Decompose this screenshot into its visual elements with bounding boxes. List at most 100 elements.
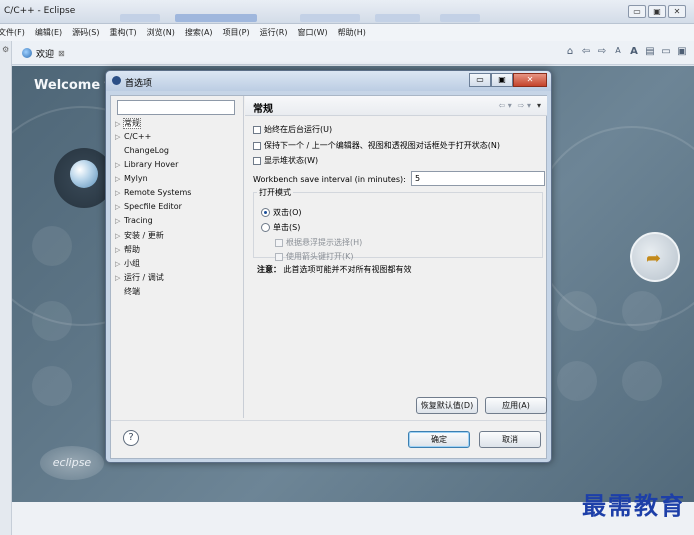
tree-item-team[interactable]: ▷ 小组 <box>115 258 140 269</box>
pane-splitter[interactable] <box>243 96 244 418</box>
radio-dot[interactable] <box>261 208 270 217</box>
tree-item-remote-systems[interactable]: ▷ Remote Systems <box>115 188 191 197</box>
expand-icon[interactable]: ▷ <box>115 274 124 282</box>
dialog-footer: ? 确定 取消 <box>111 420 546 458</box>
welcome-toolbar: ⌂ ⇦ ⇨ A A ▤ ▭ ▣ <box>564 46 688 57</box>
maximize-button[interactable]: ▣ <box>648 5 666 18</box>
checkbox-box[interactable] <box>275 238 283 247</box>
blurred-title-area <box>300 14 360 22</box>
minimize-button[interactable]: ▭ <box>628 5 646 18</box>
tree-item-terminal[interactable]: 终端 <box>115 286 140 297</box>
dialog-close-button[interactable]: ✕ <box>513 73 547 87</box>
tree-item-specfile-editor[interactable]: ▷ Specfile Editor <box>115 202 182 211</box>
select-on-hover-checkbox[interactable]: 根据悬浮提示选择(H) <box>275 237 362 248</box>
preference-tree: ▷ 常规 ▷ C/C++ ChangeLog ▷ Library Hover ▷ Myl… <box>115 118 241 418</box>
tree-item-help[interactable]: ▷ 帮助 <box>115 244 140 255</box>
customize-icon[interactable]: ▤ <box>644 46 656 57</box>
restore-icon[interactable]: ⚙ <box>2 45 9 54</box>
keep-dialogs-open-checkbox[interactable]: 保持下一个 / 上一个编辑器、视图和透视图对话框处于打开状态(N) <box>253 140 500 151</box>
blurred-title-area <box>175 14 257 22</box>
menu-source[interactable]: 源码(S) <box>72 24 99 41</box>
go-to-workbench-icon: ➦ <box>646 248 662 269</box>
checkbox-box[interactable] <box>253 156 261 165</box>
minimize-view-icon[interactable]: ▭ <box>660 46 672 57</box>
decor-circle <box>32 301 72 341</box>
tree-item-changelog[interactable]: ChangeLog <box>115 146 169 155</box>
menu-project[interactable]: 项目(P) <box>223 24 250 41</box>
tree-item-tracing[interactable]: ▷ Tracing <box>115 216 153 225</box>
menu-window[interactable]: 窗口(W) <box>297 24 327 41</box>
ok-button[interactable]: 确定 <box>408 431 470 448</box>
tree-item-library-hover[interactable]: ▷ Library Hover <box>115 160 178 169</box>
checkbox-box[interactable] <box>253 125 261 134</box>
tree-item-mylyn[interactable]: ▷ Mylyn <box>115 174 148 183</box>
workbench-button[interactable]: ➦ <box>630 232 680 282</box>
single-click-radio[interactable]: 单击(S) <box>261 222 300 233</box>
eclipse-icon <box>112 76 121 85</box>
tree-item-run-debug[interactable]: ▷ 运行 / 调试 <box>115 272 164 283</box>
expand-icon[interactable]: ▷ <box>115 246 124 254</box>
menu-help[interactable]: 帮助(H) <box>338 24 366 41</box>
tab-welcome[interactable]: 欢迎 ⊠ <box>18 44 71 62</box>
back-icon[interactable]: ⇦ <box>580 46 592 57</box>
expand-icon[interactable]: ▷ <box>115 133 124 141</box>
dialog-titlebar: 首选项 ▭ ▣ ✕ <box>106 71 551 91</box>
help-icon[interactable]: ? <box>123 430 139 446</box>
menu-refactor[interactable]: 重构(T) <box>109 24 136 41</box>
expand-icon[interactable]: ▷ <box>115 175 124 183</box>
expand-icon[interactable]: ▷ <box>115 203 124 211</box>
radio-dot[interactable] <box>261 223 270 232</box>
blurred-title-area <box>120 14 160 22</box>
decor-ring <box>532 126 694 326</box>
tree-item-install-update[interactable]: ▷ 安装 / 更新 <box>115 230 164 241</box>
menu-navigate[interactable]: 浏览(N) <box>147 24 175 41</box>
window-titlebar: C/C++ - Eclipse ▭ ▣ ✕ <box>0 0 694 24</box>
restore-defaults-button[interactable]: 恢复默认值(D) <box>416 397 478 414</box>
tab-close-icon[interactable]: ⊠ <box>58 49 65 58</box>
forward-icon[interactable]: ⇨ <box>596 46 608 57</box>
menu-file[interactable]: 文件(F) <box>0 24 25 41</box>
view-menu-icon[interactable]: ▾ <box>537 101 541 110</box>
expand-icon[interactable]: ▷ <box>115 260 124 268</box>
close-button[interactable]: ✕ <box>668 5 686 18</box>
expand-icon[interactable]: ▷ <box>115 232 124 240</box>
tree-item-general[interactable]: ▷ 常规 <box>115 118 141 129</box>
filter-input[interactable] <box>117 100 235 115</box>
tree-item-cpp[interactable]: ▷ C/C++ <box>115 132 151 141</box>
dialog-maximize-button[interactable]: ▣ <box>491 73 513 87</box>
maximize-view-icon[interactable]: ▣ <box>676 46 688 57</box>
show-heap-status-checkbox[interactable]: 显示堆状态(W) <box>253 155 318 166</box>
blurred-title-area <box>440 14 480 22</box>
expand-icon[interactable]: ▷ <box>115 189 124 197</box>
apply-button[interactable]: 应用(A) <box>485 397 547 414</box>
forward-icon[interactable]: ⇨ ▾ <box>518 101 531 110</box>
run-in-background-checkbox[interactable]: 始终在后台运行(U) <box>253 124 332 135</box>
font-smaller-icon[interactable]: A <box>612 46 624 57</box>
checkbox-box[interactable] <box>275 252 283 261</box>
menu-edit[interactable]: 编辑(E) <box>35 24 62 41</box>
save-interval-label: Workbench save interval (in minutes): <box>253 175 406 184</box>
cancel-button[interactable]: 取消 <box>479 431 541 448</box>
tab-welcome-label: 欢迎 <box>36 49 55 60</box>
home-icon[interactable]: ⌂ <box>564 46 576 57</box>
left-trim: ⚙ <box>0 41 12 535</box>
dialog-title: 首选项 <box>125 79 153 89</box>
checkbox-box[interactable] <box>253 141 261 150</box>
menu-search[interactable]: 搜索(A) <box>185 24 213 41</box>
blurred-title-area <box>375 14 420 22</box>
decor-circle <box>32 366 72 406</box>
double-click-radio[interactable]: 双击(O) <box>261 207 302 218</box>
note-label: 注意： <box>257 265 281 274</box>
dialog-minimize-button[interactable]: ▭ <box>469 73 491 87</box>
watermark-text: 最需教育 <box>582 491 686 520</box>
back-icon[interactable]: ⇦ ▾ <box>498 101 511 110</box>
open-with-arrow-checkbox[interactable]: 使用箭头键打开(K) <box>275 251 354 262</box>
page-navigation: ⇦ ▾ ⇨ ▾ ▾ <box>498 101 541 110</box>
expand-icon[interactable]: ▷ <box>115 161 124 169</box>
menu-run[interactable]: 运行(R) <box>260 24 288 41</box>
expand-icon[interactable]: ▷ <box>115 217 124 225</box>
expand-icon[interactable]: ▷ <box>115 120 124 128</box>
save-interval-input[interactable]: 5 <box>411 171 545 186</box>
font-larger-icon[interactable]: A <box>628 46 640 57</box>
page-header: 常规 ⇦ ▾ ⇨ ▾ ▾ <box>245 96 547 116</box>
